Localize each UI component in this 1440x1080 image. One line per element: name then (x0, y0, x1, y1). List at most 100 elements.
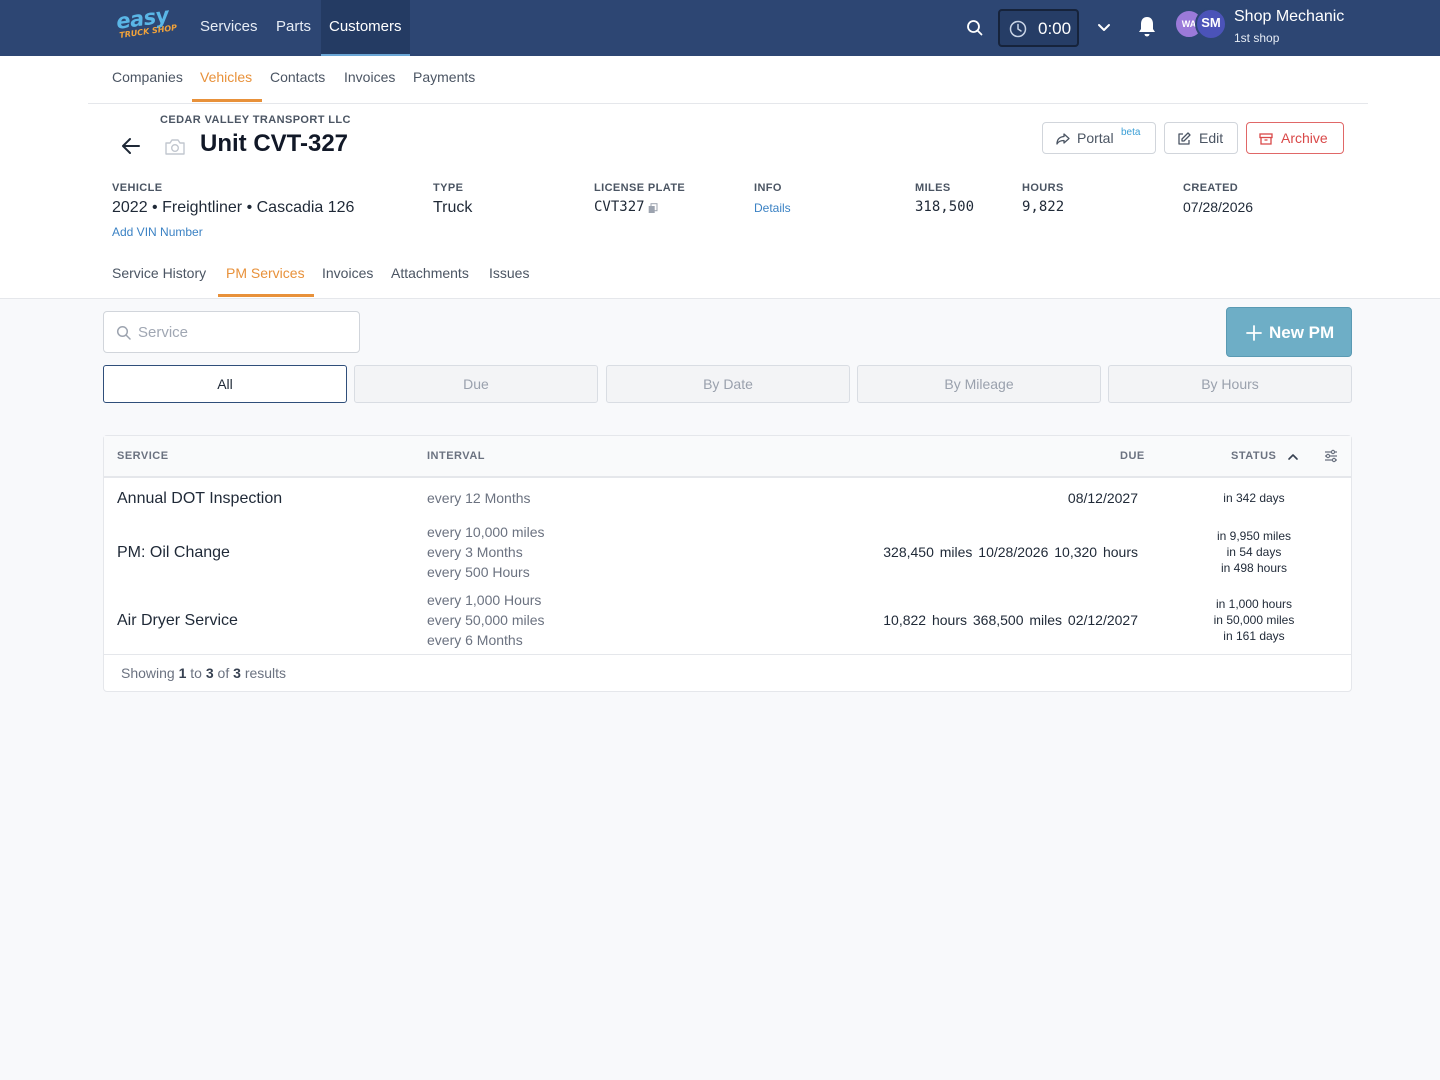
clock-icon (1009, 20, 1027, 38)
miles-label: MILES (915, 182, 951, 194)
nav-services[interactable]: Services (192, 0, 266, 56)
search-icon (116, 325, 131, 340)
filter-by-hours[interactable]: By Hours (1108, 365, 1352, 403)
company-name[interactable]: CEDAR VALLEY TRANSPORT LLC (160, 114, 351, 126)
tab-service-history[interactable]: Service History (112, 265, 206, 281)
due-cell: 328,450 miles 10/28/2026 10,320 hours (883, 544, 1138, 560)
time-clock-button[interactable]: 0:00 (998, 9, 1079, 47)
summary-from: 1 (178, 665, 187, 681)
info-label: INFO (754, 182, 782, 194)
interval-cell: every 1,000 Hours every 50,000 miles eve… (427, 590, 545, 650)
table-row[interactable]: PM: Oil Change every 10,000 miles every … (104, 520, 1351, 588)
tab-issues[interactable]: Issues (489, 265, 529, 281)
license-plate-value: CVT327 (594, 199, 645, 215)
tab-invoices[interactable]: Invoices (322, 265, 373, 281)
service-name[interactable]: Annual DOT Inspection (117, 490, 282, 508)
license-plate-label: LICENSE PLATE (594, 182, 686, 194)
column-settings-icon[interactable] (1323, 448, 1339, 469)
tab-attachments[interactable]: Attachments (391, 265, 469, 281)
vehicle-header (0, 56, 1440, 299)
tab-pm-services[interactable]: PM Services (226, 265, 305, 281)
back-arrow-icon[interactable] (120, 136, 142, 161)
service-search-input[interactable] (138, 322, 348, 342)
beta-badge: beta (1121, 127, 1141, 138)
header-due[interactable]: DUE (1120, 450, 1145, 462)
summary-to-word: to (190, 665, 202, 681)
search-icon[interactable] (964, 17, 986, 39)
status-cell: in 1,000 hours in 50,000 miles in 161 da… (1189, 596, 1319, 644)
archive-button[interactable]: Archive (1246, 122, 1344, 154)
subnav-contacts[interactable]: Contacts (270, 69, 325, 85)
nav-parts[interactable]: Parts (268, 0, 319, 56)
summary-total: 3 (233, 665, 241, 681)
header-status[interactable]: STATUS (1231, 450, 1276, 462)
summary-suffix: results (244, 665, 287, 681)
easy-truck-shop-logo[interactable]: easy TRUCK SHOP (115, 3, 178, 46)
pagination-summary: Showing 1 to 3 of 3 results (121, 665, 286, 681)
camera-icon[interactable] (164, 138, 186, 161)
tab-active-indicator (218, 294, 314, 297)
copy-icon[interactable] (648, 201, 658, 219)
subnav-payments[interactable]: Payments (413, 69, 475, 85)
header-interval[interactable]: INTERVAL (427, 450, 485, 462)
new-pm-button[interactable]: New PM (1226, 307, 1352, 357)
details-link[interactable]: Details (754, 201, 791, 215)
table-header: SERVICE INTERVAL DUE STATUS (104, 436, 1351, 478)
interval-cell: every 12 Months (427, 488, 531, 508)
status-cell: in 342 days (1189, 490, 1319, 506)
due-cell: 10,822 hours 368,500 miles 02/12/2027 (883, 612, 1138, 628)
summary-of-word: of (217, 665, 230, 681)
user-shop: 1st shop (1234, 31, 1280, 45)
miles-value: 318,500 (915, 199, 975, 215)
new-pm-label: New PM (1269, 323, 1335, 342)
service-name[interactable]: Air Dryer Service (117, 612, 238, 630)
hours-label: HOURS (1022, 182, 1064, 194)
share-arrow-icon (1056, 133, 1070, 145)
table-row[interactable]: Air Dryer Service every 1,000 Hours ever… (104, 588, 1351, 654)
interval-line: every 12 Months (427, 490, 531, 506)
type-value: Truck (433, 199, 473, 216)
timer-value: 0:00 (1038, 19, 1072, 38)
subnav-companies[interactable]: Companies (112, 69, 183, 85)
page-title: Unit CVT-327 (200, 130, 349, 157)
table-footer-divider (104, 654, 1351, 655)
subnav-divider (88, 103, 1368, 104)
add-vin-link[interactable]: Add VIN Number (112, 225, 203, 239)
table-row[interactable]: Annual DOT Inspection every 12 Months 08… (104, 480, 1351, 518)
due-cell: 08/12/2027 (1067, 490, 1138, 506)
status-line: in 9,950 miles (1216, 529, 1292, 543)
filter-all[interactable]: All (103, 365, 347, 403)
service-name[interactable]: PM: Oil Change (117, 544, 230, 562)
avatar-sm[interactable]: SM (1195, 8, 1227, 40)
edit-label: Edit (1199, 130, 1224, 146)
type-label: TYPE (433, 182, 464, 194)
service-search[interactable] (103, 311, 360, 353)
edit-icon (1178, 132, 1191, 145)
status-line: in 54 days (1226, 545, 1282, 559)
portal-button[interactable]: Portal beta (1042, 122, 1156, 154)
header-service[interactable]: SERVICE (117, 450, 169, 462)
plus-icon (1246, 325, 1262, 341)
summary-to: 3 (205, 665, 214, 681)
edit-button[interactable]: Edit (1164, 122, 1238, 154)
status-line: in 161 days (1223, 629, 1285, 643)
subnav-active-indicator (192, 99, 262, 102)
user-name[interactable]: Shop Mechanic (1234, 8, 1344, 26)
status-cell: in 9,950 miles in 54 days in 498 hours (1189, 528, 1319, 576)
chevron-up-icon[interactable] (1287, 450, 1299, 468)
subnav-invoices[interactable]: Invoices (344, 69, 395, 85)
hours-value: 9,822 (1022, 199, 1065, 215)
nav-customers[interactable]: Customers (321, 0, 410, 56)
bell-icon[interactable] (1136, 15, 1158, 44)
created-label: CREATED (1183, 182, 1239, 194)
filter-by-mileage[interactable]: By Mileage (857, 365, 1101, 403)
chevron-down-icon[interactable] (1096, 19, 1112, 40)
interval-line: every 500 Hours (427, 564, 530, 580)
interval-line: every 6 Months (427, 632, 523, 648)
filter-by-date[interactable]: By Date (606, 365, 850, 403)
top-navbar: easy TRUCK SHOP Services Parts Customers… (0, 0, 1440, 56)
status-line: in 498 hours (1220, 561, 1288, 575)
filter-due[interactable]: Due (354, 365, 598, 403)
subnav-vehicles[interactable]: Vehicles (200, 69, 252, 85)
vehicle-value: 2022 • Freightliner • Cascadia 126 (112, 199, 355, 216)
